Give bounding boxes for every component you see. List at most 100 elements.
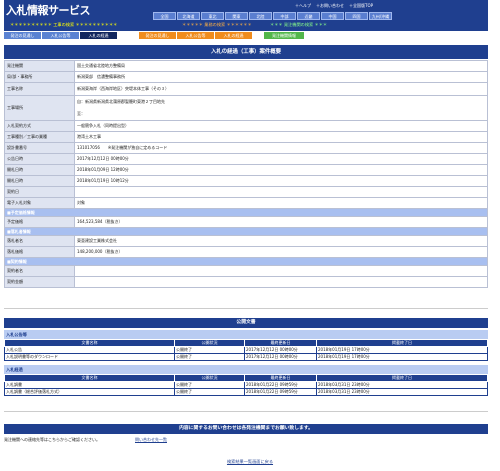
field-value (74, 265, 488, 277)
back-link-container: 検索結果一覧画面に戻る (0, 459, 500, 465)
region-tab[interactable]: 近畿 (297, 12, 320, 20)
location-from: 自：新潟県新潟県北蒲原郡聖籠町東港２丁目地先 (77, 99, 165, 104)
contact-list-link[interactable]: 問い合わせ先一覧 (135, 437, 167, 443)
field-label: 工事名称 (4, 82, 75, 96)
field-label: 公告日時 (4, 153, 75, 165)
region-tab[interactable]: 北海道 (177, 12, 200, 20)
field-label: 局/部・事務所 (4, 71, 75, 83)
tab-service-notice[interactable]: 入札公告等 (177, 32, 214, 39)
last-updated: 2018年01月22日 09時59分 (244, 381, 317, 389)
region-tab[interactable]: 全国 (153, 12, 176, 20)
document-name[interactable]: 入札公告 (4, 346, 175, 354)
document-name[interactable]: 入札調書 (4, 381, 175, 389)
contact-text: 発注機関への連絡先等はこちらからご確認ください。 (4, 437, 100, 442)
field-label: 開札日時 (4, 175, 75, 187)
contact-row: 発注機関への連絡先等はこちらからご確認ください。 問い合わせ先一覧 (4, 437, 167, 443)
field-value: 港湾土木工事 (74, 131, 488, 143)
help-link[interactable]: ＋ヘルプ (295, 3, 311, 9)
region-tab[interactable]: 北陸 (249, 12, 272, 20)
region-tab[interactable]: 中部 (273, 12, 296, 20)
field-label: 発注機関 (4, 60, 75, 72)
site-logo[interactable]: 入札情報サービス (6, 2, 91, 18)
table-row: 入札説明書等のダウンロード 公開終了 2017年12月12日 00時00分 20… (4, 353, 488, 361)
end-date: 2018年01月19日 17時00分 (316, 346, 488, 354)
region-tab[interactable]: 九州/沖縄 (369, 12, 392, 20)
field-label: 予定価格 (4, 216, 75, 228)
end-date: 2018年03月31日 23時00分 (316, 388, 488, 396)
field-value: 148,200,000（税抜き） (74, 246, 488, 258)
publish-status: 公開終了 (174, 353, 245, 361)
field-value: 国土交通省北陸地方整備局 (74, 60, 488, 72)
field-label: 電子入札対象 (4, 197, 75, 209)
bid-progress-table: 文書名称 公開状況 最終更新日 掲載終了日 入札調書 公開終了 2018年01月… (4, 374, 488, 396)
field-label: 落札価格 (4, 246, 75, 258)
field-value: 新潟東海岸（西海岸地区）突堤本体工事（その３） (74, 82, 488, 96)
field-label: 設計書番号 (4, 142, 75, 154)
divider (4, 411, 488, 412)
section-heading-contract: ■契約情報 (4, 257, 488, 266)
last-updated: 2017年12月12日 00時00分 (244, 346, 317, 354)
region-tab[interactable]: 東北 (201, 12, 224, 20)
last-updated: 2018年01月22日 09時59分 (244, 388, 317, 396)
table-row: 入札調書 公開終了 2018年01月22日 09時59分 2018年03月31日… (4, 381, 488, 389)
construction-search-heading: ＊＊＊＊＊＊＊＊＊＊ 工事の検索 ＊＊＊＊＊＊＊＊＊＊ (10, 22, 118, 27)
section-heading-winner: ■落札者情報 (4, 227, 488, 236)
document-name[interactable]: 入札説明書等のダウンロード (4, 353, 175, 361)
block-title: 入札経過 (4, 365, 488, 374)
end-date: 2018年01月19日 17時00分 (316, 353, 488, 361)
region-tab[interactable]: 四国 (345, 12, 368, 20)
contact-heading: 内容に関するお問い合わせは各発注機関までお願い致します。 (4, 424, 488, 434)
tab-construction-progress[interactable]: 入札の経過 (80, 32, 117, 39)
search-tabs: 発注の見通し 入札公告等 入札の経過 発注の見通し 入札公告等 入札の経過 発注… (4, 32, 488, 39)
field-value: 164,523,584（税抜き） (74, 216, 488, 228)
document-name[interactable]: 入札調書（総合評価落札方式） (4, 388, 175, 396)
region-tab[interactable]: 関東 (225, 12, 248, 20)
column-header: 掲載終了日 (316, 339, 488, 347)
field-value (74, 186, 488, 198)
bid-progress-block: 入札経過 文書名称 公開状況 最終更新日 掲載終了日 入札調書 公開終了 201… (4, 365, 488, 396)
page-title: 入札の経過（工事）案件概要 (4, 45, 488, 59)
block-title: 入札公告等 (4, 330, 488, 339)
field-value: 一般競争入札（同時提出型） (74, 120, 488, 132)
column-header: 掲載終了日 (316, 374, 488, 382)
publish-status: 公開終了 (174, 346, 245, 354)
tab-service-progress[interactable]: 入札の経過 (215, 32, 252, 39)
region-nav: 全国 北海道 東北 関東 北陸 中部 近畿 中国 四国 九州/沖縄 (153, 12, 392, 20)
field-label: 落札者名 (4, 235, 75, 247)
column-header: 文書名称 (4, 374, 175, 382)
public-documents-heading: 公開文書 (4, 318, 488, 328)
field-value: 新潟東部 信濃整備事務所 (74, 71, 488, 83)
field-label: 工事種別／工事の業種 (4, 131, 75, 143)
publish-status: 公開終了 (174, 388, 245, 396)
column-header: 公開状況 (174, 374, 245, 382)
field-value: 2018年01月09日 12時00分 (74, 164, 488, 176)
field-value (74, 276, 488, 288)
notice-documents-table: 文書名称 公開状況 最終更新日 掲載終了日 入札公告 公開終了 2017年12月… (4, 339, 488, 361)
end-date: 2018年03月31日 23時00分 (316, 381, 488, 389)
last-updated: 2017年12月12日 00時00分 (244, 353, 317, 361)
field-value: 2017年12月12日 00時00分 (74, 153, 488, 165)
divider (4, 308, 488, 309)
notice-documents-block: 入札公告等 文書名称 公開状況 最終更新日 掲載終了日 入札公告 公開終了 20… (4, 330, 488, 361)
agency-search-heading: ＊＊＊ 発注機関の検索 ＊＊＊ (270, 22, 328, 27)
field-label: 工事場所 (4, 95, 75, 121)
field-value: 対象 (74, 197, 488, 209)
header: 入札情報サービス ＋ヘルプ ＋お問い合わせ ＋全国版TOP 全国 北海道 東北 … (4, 0, 488, 31)
national-top-link[interactable]: ＋全国版TOP (349, 3, 373, 9)
contact-link[interactable]: ＋お問い合わせ (316, 3, 344, 9)
field-label: 開札日時 (4, 164, 75, 176)
region-tab[interactable]: 中国 (321, 12, 344, 20)
tab-construction-notice[interactable]: 入札公告等 (42, 32, 79, 39)
table-row: 入札公告 公開終了 2017年12月12日 00時00分 2018年01月19日… (4, 346, 488, 354)
publish-status: 公開終了 (174, 381, 245, 389)
column-header: 公開状況 (174, 339, 245, 347)
back-to-results-link[interactable]: 検索結果一覧画面に戻る (227, 459, 273, 464)
field-label: 入札契約方式 (4, 120, 75, 132)
case-summary-table: 発注機関 国土交通省北陸地方整備局 局/部・事務所 新潟東部 信濃整備事務所 工事名… (4, 60, 488, 288)
tab-service-outlook[interactable]: 発注の見通し (139, 32, 176, 39)
tab-construction-outlook[interactable]: 発注の見通し (4, 32, 41, 39)
field-label: 契約者名 (4, 265, 75, 277)
field-value: 131017056 ※発注機関が独自に定めるコード (74, 142, 488, 154)
tab-agency-info[interactable]: 発注機関情報 (264, 32, 304, 39)
field-label: 契約金額 (4, 276, 75, 288)
